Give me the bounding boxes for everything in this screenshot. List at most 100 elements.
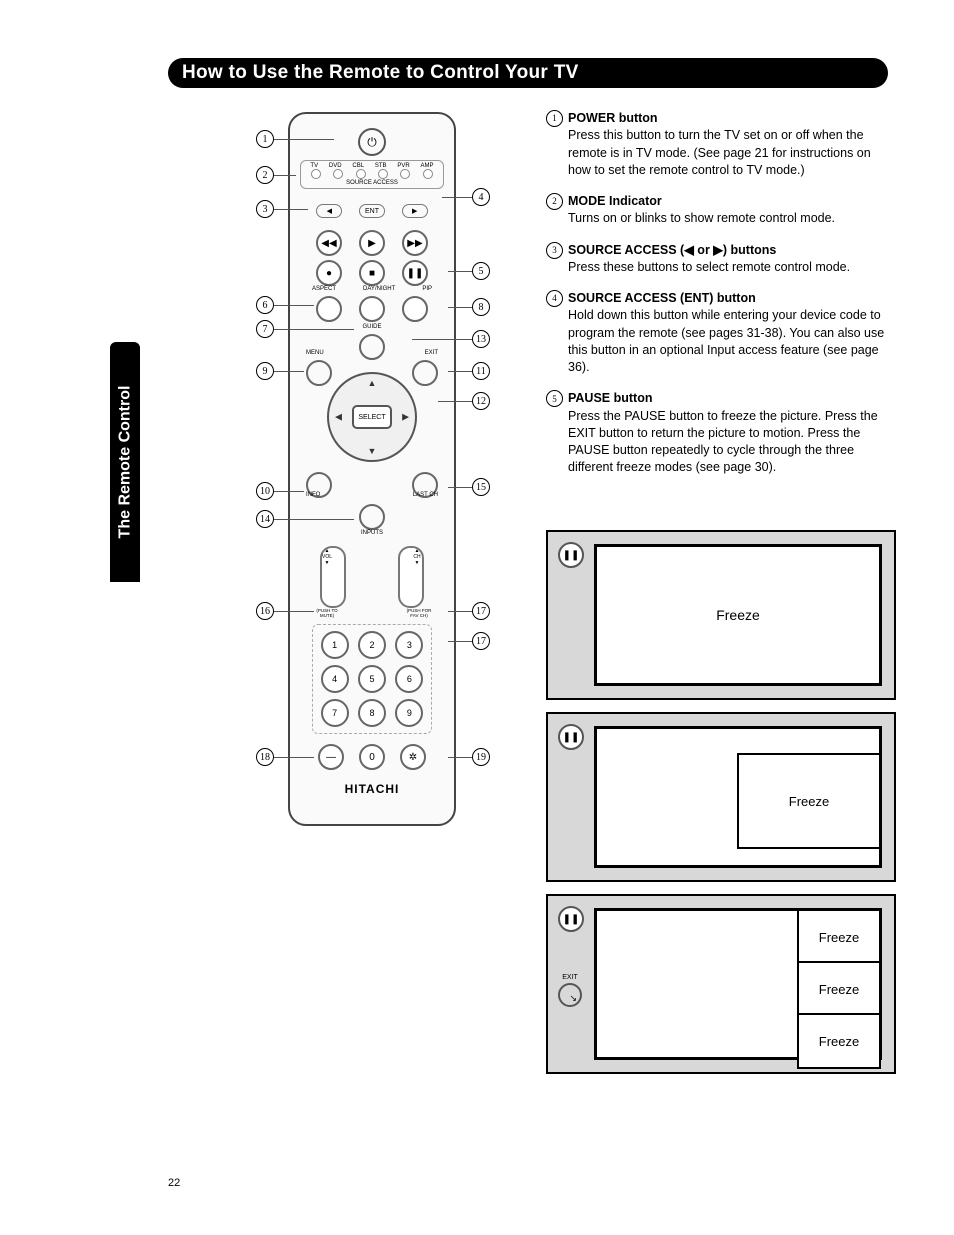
pip-button bbox=[402, 296, 428, 322]
transport-row-1: ◀◀ ▶ ▶▶ bbox=[316, 230, 428, 256]
desc-item-4: 4 SOURCE ACCESS (ENT) buttonHold down th… bbox=[546, 290, 896, 376]
section-title-bar: How to Use the Remote to Control Your TV bbox=[168, 58, 888, 88]
descriptions-column: 1 POWER buttonPress this button to turn … bbox=[546, 110, 896, 491]
desc-title: MODE Indicator bbox=[568, 194, 662, 208]
num-0: 0 bbox=[359, 744, 385, 770]
desc-num: 4 bbox=[546, 290, 563, 307]
vol-note: (PUSH TO MUTE) bbox=[310, 608, 344, 618]
callout-12: 12 bbox=[472, 392, 490, 410]
lead-line bbox=[274, 139, 334, 140]
freeze-pip: Freeze bbox=[737, 753, 881, 849]
inputs-label: INPUTS bbox=[361, 530, 383, 536]
dash-button: — bbox=[318, 744, 344, 770]
num-3: 3 bbox=[395, 631, 423, 659]
select-button: SELECT bbox=[352, 405, 392, 429]
desc-text: Turns on or blinks to show remote contro… bbox=[568, 211, 835, 225]
callout-4: 4 bbox=[472, 188, 490, 206]
mode-indicator-panel: TV DVD CBL STB PVR AMP SOURCE ACCESS bbox=[300, 160, 444, 189]
stop-icon: ■ bbox=[359, 260, 385, 286]
led-icon bbox=[423, 169, 433, 179]
lead-line bbox=[448, 757, 472, 758]
desc-text: Press this button to turn the TV set on … bbox=[568, 128, 871, 177]
callout-15: 15 bbox=[472, 478, 490, 496]
lead-line bbox=[274, 757, 314, 758]
lead-line bbox=[274, 329, 354, 330]
manual-page: How to Use the Remote to Control Your TV… bbox=[0, 0, 954, 1235]
ch-note: (PUSH FOR FAV CH) bbox=[402, 608, 436, 618]
source-access-label: SOURCE ACCESS bbox=[305, 180, 439, 186]
source-right-icon: ▶ bbox=[402, 204, 428, 218]
rewind-icon: ◀◀ bbox=[316, 230, 342, 256]
callout-6: 6 bbox=[256, 296, 274, 314]
tv-frame: Freeze bbox=[594, 726, 882, 868]
desc-text: Press the PAUSE button to freeze the pic… bbox=[568, 409, 878, 475]
freeze-strip-3: Freeze bbox=[797, 1013, 881, 1069]
freeze-label: Freeze bbox=[789, 794, 829, 809]
source-ent-button: ENT bbox=[359, 204, 385, 218]
freeze-label: Freeze bbox=[597, 547, 879, 683]
dpad-up-icon: ▲ bbox=[368, 378, 377, 388]
remote-diagram: ⏻ TV DVD CBL STB PVR AMP SOURCE ACCESS ◀… bbox=[256, 112, 524, 872]
lead-line bbox=[448, 271, 472, 272]
play-icon: ▶ bbox=[359, 230, 385, 256]
daynight-button bbox=[359, 296, 385, 322]
tv-frame: Freeze Freeze Freeze bbox=[594, 908, 882, 1060]
aspect-button bbox=[316, 296, 342, 322]
desc-text: Press these buttons to select remote con… bbox=[568, 260, 850, 274]
callout-16: 16 bbox=[256, 602, 274, 620]
freeze-strip-2: Freeze bbox=[797, 961, 881, 1017]
callout-5: 5 bbox=[472, 262, 490, 280]
lead-line bbox=[438, 401, 472, 402]
brand-label: HITACHI bbox=[345, 782, 400, 796]
guide-button bbox=[359, 334, 385, 360]
lead-line bbox=[274, 519, 354, 520]
num-5: 5 bbox=[358, 665, 386, 693]
lead-line bbox=[274, 305, 314, 306]
exit-icon: ↘ bbox=[558, 983, 582, 1007]
menu-label: MENU bbox=[306, 350, 324, 356]
aspect-day-pip-labels: ASPECT DAY/NIGHT PIP bbox=[312, 286, 432, 292]
lead-line bbox=[274, 491, 304, 492]
side-tab-label: The Remote Control bbox=[116, 386, 134, 539]
side-tab: The Remote Control bbox=[110, 342, 140, 582]
desc-item-5: 5 PAUSE button Press the PAUSE button to … bbox=[546, 390, 896, 476]
source-left-icon: ◀ bbox=[316, 204, 342, 218]
info-label: INFO bbox=[306, 492, 320, 498]
freeze-label: Freeze bbox=[819, 982, 859, 997]
desc-num: 2 bbox=[546, 193, 563, 210]
num-4: 4 bbox=[321, 665, 349, 693]
callout-1: 1 bbox=[256, 130, 274, 148]
aspect-row bbox=[316, 296, 428, 322]
callout-3: 3 bbox=[256, 200, 274, 218]
callout-11: 11 bbox=[472, 362, 490, 380]
lead-line bbox=[448, 641, 472, 642]
num-7: 7 bbox=[321, 699, 349, 727]
desc-title: PAUSE button bbox=[568, 391, 652, 405]
lead-line bbox=[448, 611, 472, 612]
num-9: 9 bbox=[395, 699, 423, 727]
desc-item-3: 3 SOURCE ACCESS (◀ or ▶) buttonsPress th… bbox=[546, 242, 896, 277]
lead-line bbox=[274, 611, 314, 612]
callout-8: 8 bbox=[472, 298, 490, 316]
desc-num: 5 bbox=[546, 390, 563, 407]
record-icon: ● bbox=[316, 260, 342, 286]
menu-exit-labels: MENU EXIT bbox=[306, 350, 438, 356]
aspect-label: ASPECT bbox=[312, 286, 336, 292]
freeze-strip-1: Freeze bbox=[797, 909, 881, 965]
led-icon bbox=[400, 169, 410, 179]
remote-body: ⏻ TV DVD CBL STB PVR AMP SOURCE ACCESS ◀… bbox=[288, 112, 456, 826]
led-icon bbox=[333, 169, 343, 179]
lastch-label: LAST CH bbox=[413, 492, 438, 498]
exit-label: EXIT ↘ bbox=[558, 974, 582, 1007]
tv-frame: Freeze bbox=[594, 544, 882, 686]
ffwd-icon: ▶▶ bbox=[402, 230, 428, 256]
num-6: 6 bbox=[395, 665, 423, 693]
dpad-down-icon: ▼ bbox=[368, 446, 377, 456]
desc-title: SOURCE ACCESS (◀ or ▶) buttons bbox=[568, 243, 776, 257]
pip-label: PIP bbox=[422, 286, 432, 292]
callout-9: 9 bbox=[256, 362, 274, 380]
transport-row-2: ● ■ ❚❚ bbox=[316, 260, 428, 286]
led-icon bbox=[378, 169, 388, 179]
callout-18: 18 bbox=[256, 748, 274, 766]
lead-line bbox=[274, 175, 296, 176]
